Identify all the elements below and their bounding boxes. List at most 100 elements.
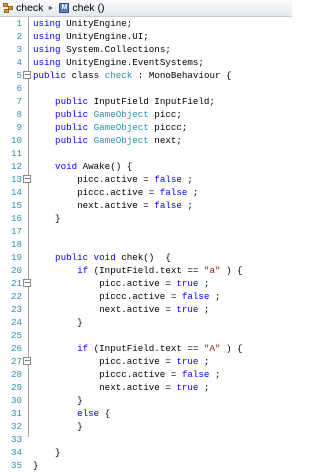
keyword-token: public <box>33 122 89 133</box>
keyword-token: public <box>33 96 89 107</box>
code-line[interactable]: 20 if (InputField.text == "a" ) { <box>0 264 292 277</box>
keyword-token: void <box>33 161 78 172</box>
keyword-token: public <box>33 109 89 120</box>
code-line[interactable]: 19 public void chek() { <box>0 251 292 264</box>
code-line[interactable]: 34 } <box>0 446 292 459</box>
code-line[interactable]: 5− public class check : MonoBehaviour { <box>0 69 292 82</box>
code-line[interactable]: 10 public GameObject next; <box>0 134 292 147</box>
code-token: next.active = <box>33 304 171 315</box>
code-token: ; <box>187 187 199 198</box>
code-line[interactable]: 6 <box>0 82 292 95</box>
code-text: public GameObject picc; <box>33 108 182 121</box>
type-token: GameObject <box>88 122 149 133</box>
keyword-token: false <box>176 369 210 380</box>
keyword-token: true <box>170 356 199 367</box>
keyword-token: false <box>154 187 188 198</box>
code-text: } <box>33 446 61 459</box>
code-line[interactable]: 9 public GameObject piccc; <box>0 121 292 134</box>
class-dropdown[interactable]: check <box>16 2 43 14</box>
code-token: class <box>66 70 100 81</box>
line-number: 29 <box>10 382 22 393</box>
type-token: check <box>99 70 133 81</box>
code-token: piccc.active = <box>33 187 155 198</box>
code-text: picc.active = true ; <box>33 355 209 368</box>
code-token: picc; <box>148 109 182 120</box>
code-token: ; <box>198 304 210 315</box>
code-line[interactable]: 24 } <box>0 316 292 329</box>
code-token: } <box>33 460 39 471</box>
line-number: 3 <box>16 44 22 55</box>
code-line[interactable]: 21− picc.active = true ; <box>0 277 292 290</box>
code-line[interactable]: 26 if (InputField.text == "A" ) { <box>0 342 292 355</box>
code-line[interactable]: 23 next.active = true ; <box>0 303 292 316</box>
code-token: picc.active = <box>33 278 171 289</box>
line-number: 12 <box>10 161 22 172</box>
line-number: 19 <box>10 252 22 263</box>
code-line[interactable]: 8 public GameObject picc; <box>0 108 292 121</box>
code-line[interactable]: 1 using UnityEngine; <box>0 17 292 30</box>
line-number: 6 <box>16 83 22 94</box>
code-text: public class check : MonoBehaviour { <box>33 69 232 82</box>
code-line[interactable]: 22 piccc.active = false ; <box>0 290 292 303</box>
code-line[interactable]: 4 using UnityEngine.EventSystems; <box>0 56 292 69</box>
code-text: piccc.active = false ; <box>33 186 198 199</box>
keyword-token: public <box>33 135 89 146</box>
type-token: GameObject <box>88 109 149 120</box>
line-number: 2 <box>16 31 22 42</box>
code-line[interactable]: 11 <box>0 147 292 160</box>
code-editor[interactable]: 1 using UnityEngine; 2 using UnityEngine.UI… <box>0 17 292 471</box>
code-text: public GameObject piccc; <box>33 121 187 134</box>
code-line[interactable]: 2 using UnityEngine.UI; <box>0 30 292 43</box>
code-line[interactable]: 16 } <box>0 212 292 225</box>
line-number: 23 <box>10 304 22 315</box>
code-line[interactable]: 14 piccc.active = false ; <box>0 186 292 199</box>
code-line[interactable]: 7 public InputField InputField; <box>0 95 292 108</box>
code-text: } <box>33 316 83 329</box>
collapse-icon[interactable]: − <box>23 279 31 287</box>
code-line[interactable]: 35} <box>0 459 292 472</box>
code-token: picc.active = <box>33 356 171 367</box>
code-line[interactable]: 28 piccc.active = false ; <box>0 368 292 381</box>
line-number: 25 <box>10 330 22 341</box>
code-token: piccc.active = <box>33 291 177 302</box>
code-text: using UnityEngine; <box>33 17 132 30</box>
code-line[interactable]: 30 } <box>0 394 292 407</box>
code-line[interactable]: 32 } <box>0 420 292 433</box>
code-token: ; <box>181 200 193 211</box>
code-token: (InputField.text == <box>88 265 199 276</box>
line-number: 32 <box>10 421 22 432</box>
code-token: { <box>99 408 111 419</box>
code-token: ; <box>198 382 210 393</box>
code-line[interactable]: 15 next.active = false ; <box>0 199 292 212</box>
code-line[interactable]: 31 else { <box>0 407 292 420</box>
code-line[interactable]: 12 void Awake() { <box>0 160 292 173</box>
line-number: 27 <box>10 356 22 367</box>
code-line[interactable]: 17 <box>0 225 292 238</box>
code-line[interactable]: 29 next.active = true ; <box>0 381 292 394</box>
collapse-icon[interactable]: − <box>23 71 31 79</box>
keyword-token: using <box>33 18 61 29</box>
code-text: next.active = false ; <box>33 199 193 212</box>
keyword-token: public void <box>33 252 116 263</box>
code-token: : MonoBehaviour { <box>132 70 232 81</box>
code-line[interactable]: 18 <box>0 238 292 251</box>
code-line[interactable]: 25 <box>0 329 292 342</box>
code-line[interactable]: 3 using System.Collections; <box>0 43 292 56</box>
code-token: ; <box>181 174 193 185</box>
code-text: public InputField InputField; <box>33 95 215 108</box>
code-line[interactable]: 27− picc.active = true ; <box>0 355 292 368</box>
code-token: ; <box>198 278 210 289</box>
code-token: } <box>33 421 83 432</box>
line-number: 9 <box>16 122 22 133</box>
code-text: } <box>33 394 83 407</box>
keyword-token: else <box>33 408 100 419</box>
code-line[interactable]: 13− picc.active = false ; <box>0 173 292 186</box>
line-number: 5 <box>16 70 22 81</box>
line-number: 20 <box>10 265 22 276</box>
member-dropdown[interactable]: chek () <box>72 2 104 14</box>
collapse-icon[interactable]: − <box>23 175 31 183</box>
code-line[interactable]: 33 <box>0 433 292 446</box>
line-number: 30 <box>10 395 22 406</box>
collapse-icon[interactable]: − <box>23 357 31 365</box>
string-token: "A" <box>198 343 221 354</box>
